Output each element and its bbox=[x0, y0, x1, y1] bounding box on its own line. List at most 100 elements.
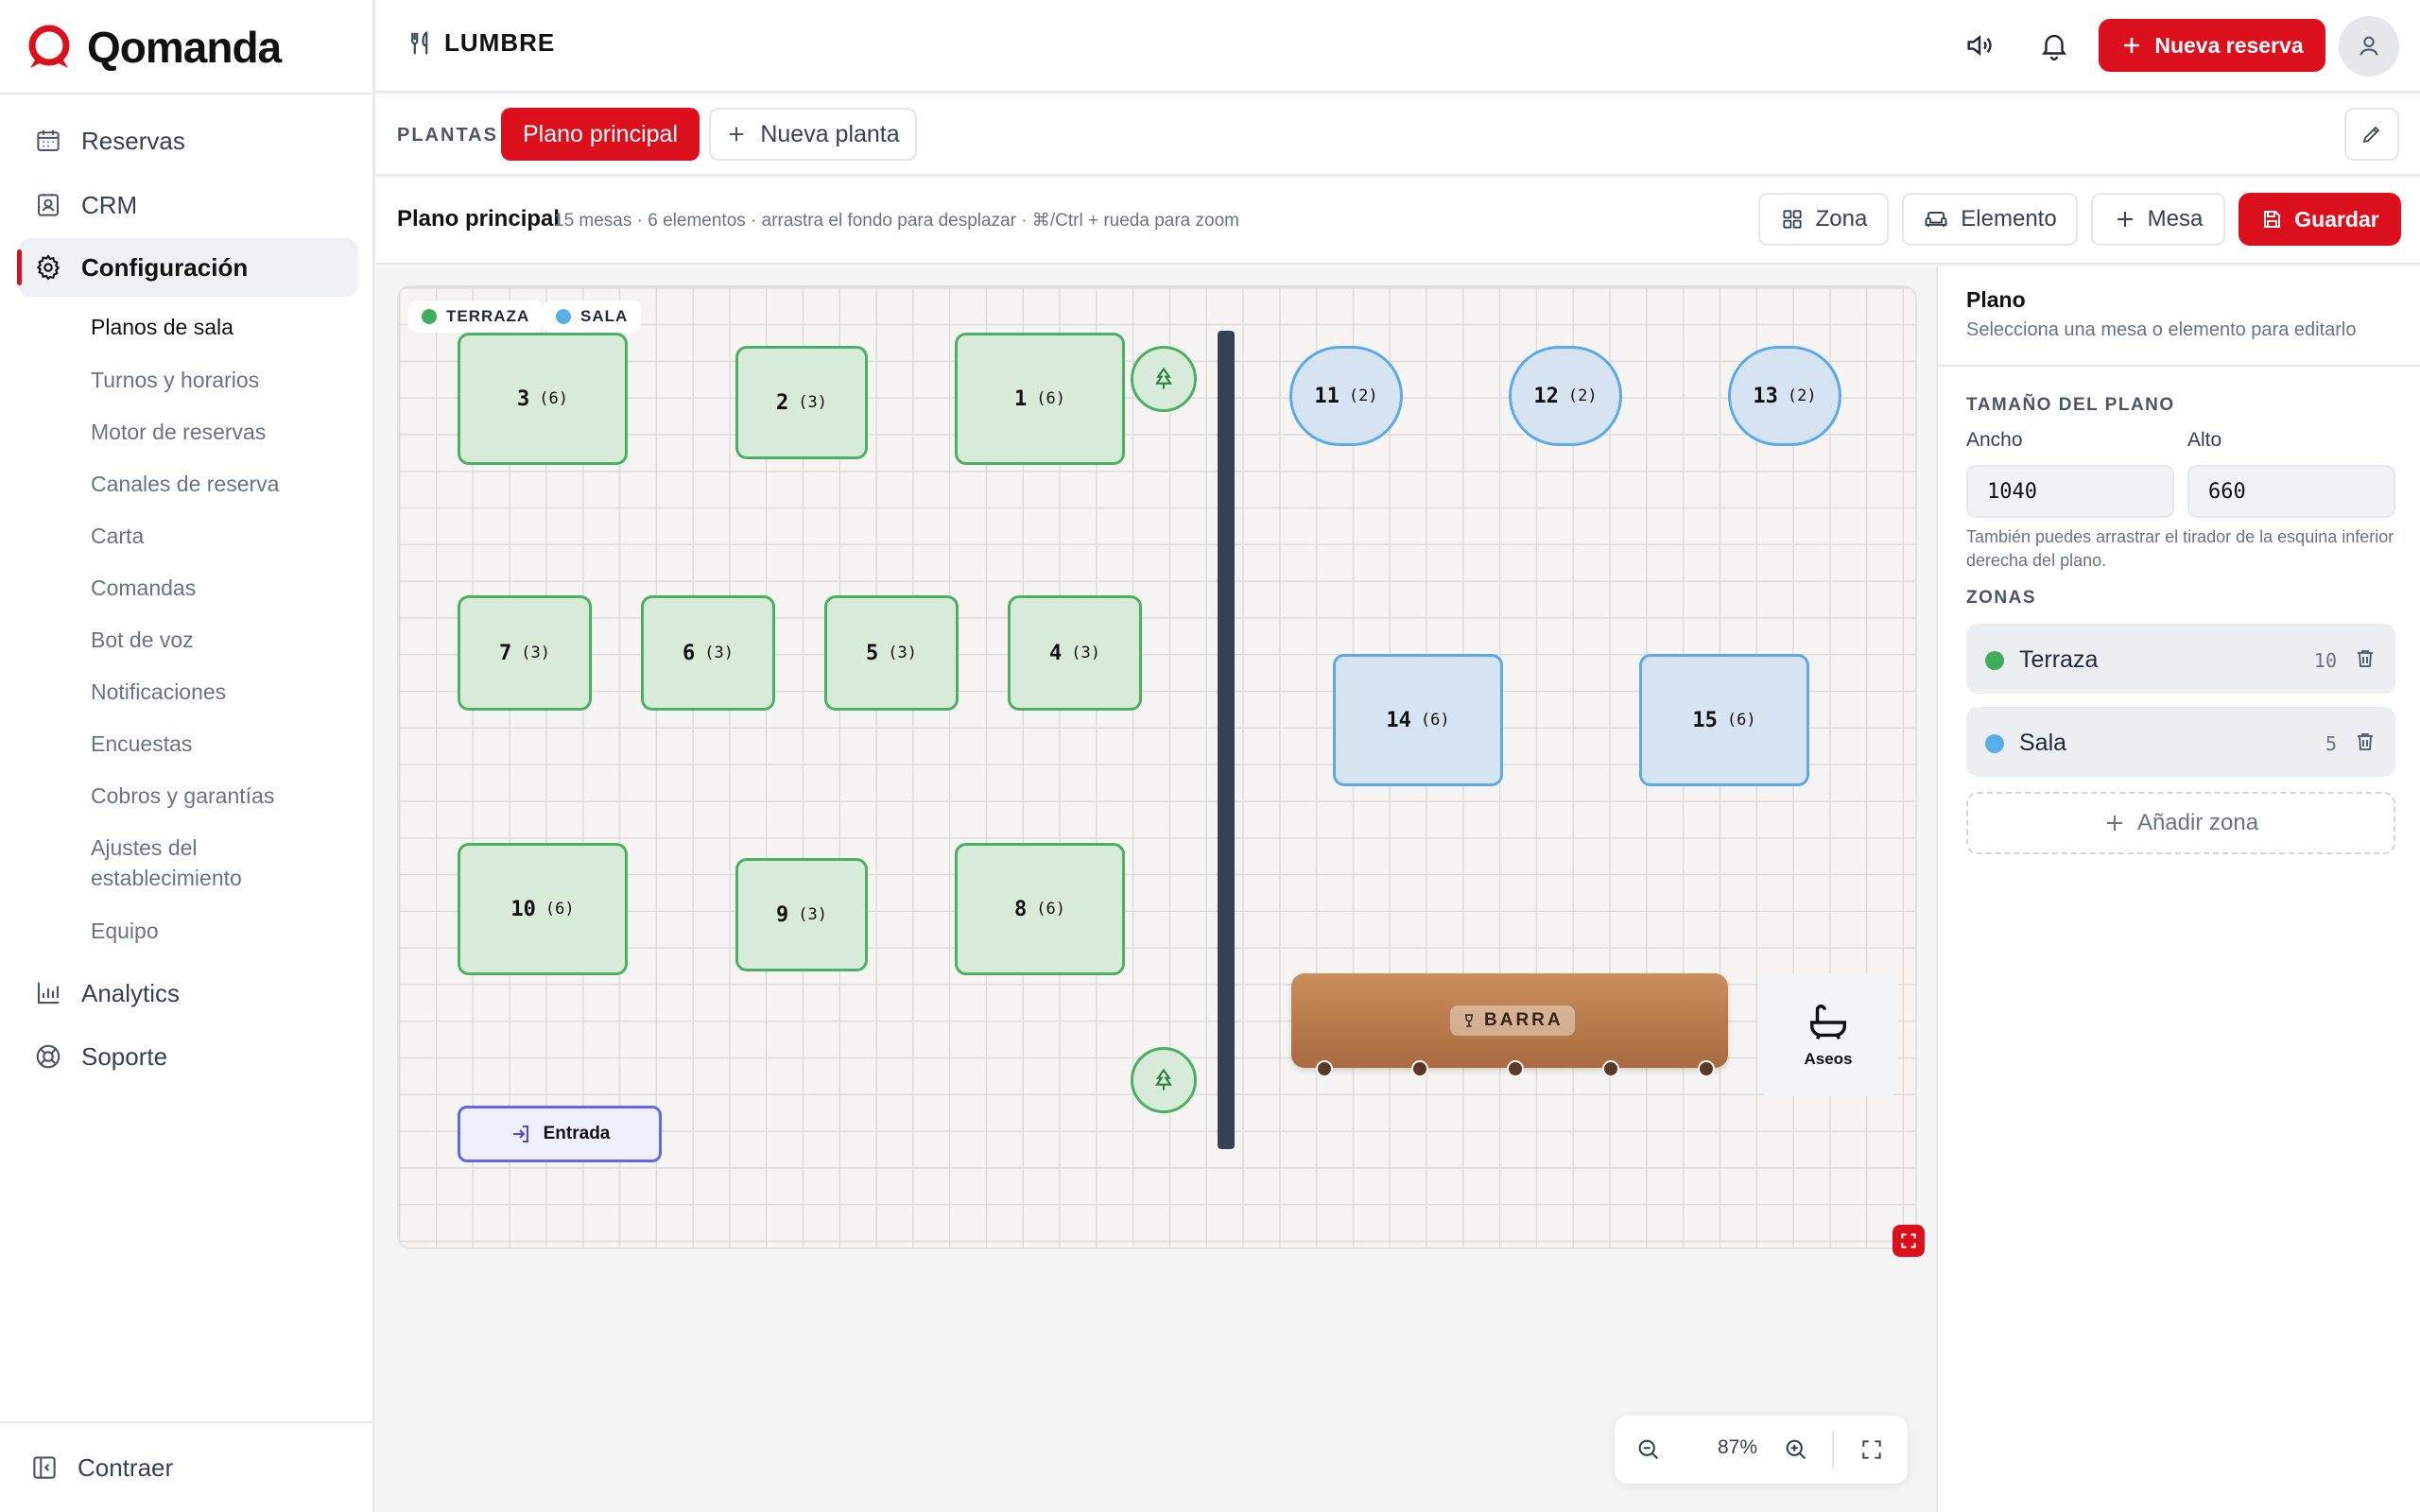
table-capacity: (2) bbox=[1567, 387, 1598, 405]
table-number: 9 bbox=[776, 902, 789, 927]
subnav-ajustes[interactable]: Ajustes del establecimiento bbox=[91, 833, 299, 893]
subnav-motor-reservas[interactable]: Motor de reservas bbox=[91, 417, 266, 447]
gear-icon bbox=[36, 254, 60, 281]
zoom-controls: 87% bbox=[1615, 1416, 1908, 1484]
zoom-out-button[interactable] bbox=[1630, 1431, 1668, 1469]
table-capacity: (3) bbox=[521, 644, 550, 662]
table-1[interactable]: 1 (6) bbox=[955, 333, 1125, 465]
collapse-sidebar-button[interactable]: Contraer bbox=[15, 1438, 354, 1497]
canvas-resize-handle[interactable] bbox=[1893, 1225, 1925, 1257]
wall-divider[interactable] bbox=[1218, 331, 1235, 1149]
tool-label: Mesa bbox=[2147, 206, 2204, 232]
add-element-button[interactable]: Elemento bbox=[1902, 193, 2078, 246]
bar-stool bbox=[1602, 1060, 1619, 1077]
subnav-cobros[interactable]: Cobros y garantías bbox=[91, 781, 274, 811]
utensils-icon bbox=[411, 30, 428, 54]
plant-element[interactable] bbox=[1131, 1047, 1197, 1113]
subnav-equipo[interactable]: Equipo bbox=[91, 916, 159, 946]
add-zone-tool-button[interactable]: Zona bbox=[1758, 193, 1889, 246]
table-5[interactable]: 5 (3) bbox=[824, 595, 959, 711]
table-capacity: (3) bbox=[704, 644, 734, 662]
zone-chip-sala[interactable]: SALA bbox=[543, 301, 642, 333]
restaurant-selector[interactable]: LUMBRE bbox=[406, 28, 555, 58]
entrance-label: Entrada bbox=[543, 1124, 611, 1143]
save-button[interactable]: Guardar bbox=[2238, 193, 2401, 246]
new-reservation-button[interactable]: Nueva reserva bbox=[2099, 19, 2325, 72]
table-2[interactable]: 2 (3) bbox=[735, 346, 868, 459]
table-capacity: (3) bbox=[798, 393, 827, 412]
table-12[interactable]: 12 (2) bbox=[1509, 346, 1622, 446]
sidebar: Qomanda Reservas CRM Configuración Plano… bbox=[0, 0, 374, 1512]
zoom-level: 87% bbox=[1717, 1436, 1758, 1458]
add-table-button[interactable]: Mesa bbox=[2091, 193, 2225, 246]
table-7[interactable]: 7 (3) bbox=[458, 595, 592, 711]
nav-item-configuracion[interactable]: Configuración bbox=[17, 238, 357, 297]
fullscreen-icon bbox=[1862, 1440, 1881, 1459]
zone-row-terraza[interactable]: Terraza 10 bbox=[1966, 624, 2395, 694]
zone-table-count: 5 bbox=[2325, 732, 2337, 755]
trash-icon[interactable] bbox=[2354, 647, 2377, 670]
restroom-element[interactable]: Aseos bbox=[1758, 973, 1898, 1096]
subnav-bot-de-voz[interactable]: Bot de voz bbox=[91, 625, 194, 655]
table-10[interactable]: 10 (6) bbox=[458, 843, 628, 975]
bar-counter[interactable]: BARRA bbox=[1291, 973, 1728, 1068]
plant-element[interactable] bbox=[1131, 346, 1197, 412]
zone-row-sala[interactable]: Sala 5 bbox=[1966, 707, 2395, 777]
sofa-icon bbox=[1925, 212, 1947, 228]
table-3[interactable]: 3 (6) bbox=[458, 333, 628, 465]
add-zone-button[interactable]: Añadir zona bbox=[1966, 792, 2395, 854]
user-avatar[interactable] bbox=[2339, 16, 2399, 77]
zone-color-dot bbox=[1985, 734, 2004, 753]
plus-icon bbox=[2106, 816, 2122, 831]
sound-button[interactable] bbox=[1961, 26, 1998, 64]
table-6[interactable]: 6 (3) bbox=[641, 595, 775, 711]
table-4[interactable]: 4 (3) bbox=[1008, 595, 1142, 711]
floor-plan-canvas[interactable]: TERRAZA SALA 3 (6) 2 (3) 1 (6) 11 (2) 12 (2) … bbox=[397, 285, 1917, 1249]
zoom-in-button[interactable] bbox=[1777, 1431, 1815, 1469]
notifications-button[interactable] bbox=[2035, 26, 2073, 64]
width-input[interactable]: 1040 bbox=[1966, 465, 2174, 518]
subnav-comandas[interactable]: Comandas bbox=[91, 573, 196, 603]
subnav-notificaciones[interactable]: Notificaciones bbox=[91, 677, 226, 707]
height-value: 660 bbox=[2208, 479, 2246, 504]
floor-tabs: PLANTAS Plano principal Nueva planta bbox=[376, 94, 2420, 176]
table-9[interactable]: 9 (3) bbox=[735, 858, 868, 971]
app-logo[interactable]: Qomanda bbox=[25, 21, 282, 74]
plan-size-heading: TAMAÑO DEL PLANO bbox=[1966, 395, 2175, 415]
subnav-encuestas[interactable]: Encuestas bbox=[91, 729, 192, 759]
new-reservation-label: Nueva reserva bbox=[2154, 32, 2304, 58]
entrance-element[interactable]: Entrada bbox=[458, 1106, 662, 1162]
table-11[interactable]: 11 (2) bbox=[1289, 346, 1403, 446]
zone-chip-label: TERRAZA bbox=[446, 307, 530, 325]
zone-chip-terraza[interactable]: TERRAZA bbox=[408, 301, 544, 333]
height-input[interactable]: 660 bbox=[2187, 465, 2395, 518]
table-number: 5 bbox=[866, 641, 879, 665]
new-floor-label: Nueva planta bbox=[760, 120, 900, 147]
divider bbox=[0, 1421, 374, 1423]
fit-to-screen-button[interactable] bbox=[1853, 1431, 1891, 1469]
table-number: 1 bbox=[1014, 387, 1028, 411]
table-15[interactable]: 15 (6) bbox=[1639, 654, 1809, 786]
nav-item-reservas[interactable]: Reservas bbox=[19, 112, 357, 170]
zone-name: Sala bbox=[2019, 730, 2067, 756]
table-14[interactable]: 14 (6) bbox=[1333, 654, 1503, 786]
trash-icon[interactable] bbox=[2354, 730, 2377, 753]
nav-item-crm[interactable]: CRM bbox=[19, 176, 357, 234]
table-number: 11 bbox=[1314, 384, 1340, 408]
new-floor-button[interactable]: Nueva planta bbox=[709, 108, 917, 161]
nav-item-soporte[interactable]: Soporte bbox=[19, 1027, 357, 1086]
subnav-canales[interactable]: Canales de reserva bbox=[91, 469, 279, 499]
subnav-carta[interactable]: Carta bbox=[91, 521, 144, 551]
subnav-planos-de-sala[interactable]: Planos de sala bbox=[91, 312, 233, 342]
table-8[interactable]: 8 (6) bbox=[955, 843, 1125, 975]
nav-item-analytics[interactable]: Analytics bbox=[19, 964, 357, 1022]
bar-chart-icon bbox=[37, 982, 60, 1005]
subnav-turnos[interactable]: Turnos y horarios bbox=[91, 365, 259, 395]
table-13[interactable]: 13 (2) bbox=[1728, 346, 1841, 446]
calendar-icon bbox=[37, 129, 60, 151]
tab-plano-principal[interactable]: Plano principal bbox=[501, 108, 700, 161]
edit-floor-button[interactable] bbox=[2344, 108, 2399, 161]
plan-toolbar: Plano principal 15 mesas · 6 elementos ·… bbox=[376, 178, 2420, 265]
nav-label: CRM bbox=[81, 190, 138, 219]
tree-icon bbox=[1155, 1068, 1172, 1091]
